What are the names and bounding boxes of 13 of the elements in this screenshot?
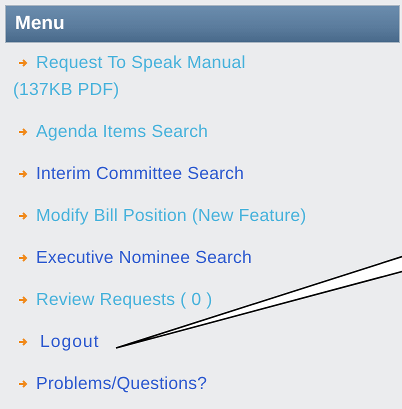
arrow-icon <box>18 58 28 68</box>
arrow-icon <box>18 337 28 347</box>
arrow-icon <box>18 127 28 137</box>
arrow-icon <box>18 379 28 389</box>
menu-link[interactable]: Interim Committee Search <box>36 160 244 187</box>
menu-title: Menu <box>5 5 400 43</box>
arrow-icon <box>18 169 28 179</box>
arrow-icon <box>18 295 28 305</box>
arrow-icon <box>18 253 28 263</box>
menu-link[interactable]: Executive Nominee Search <box>36 244 252 271</box>
arrow-icon <box>18 211 28 221</box>
menu-link[interactable]: Problems/Questions? <box>36 370 208 397</box>
menu-link[interactable]: Logout <box>40 328 100 355</box>
